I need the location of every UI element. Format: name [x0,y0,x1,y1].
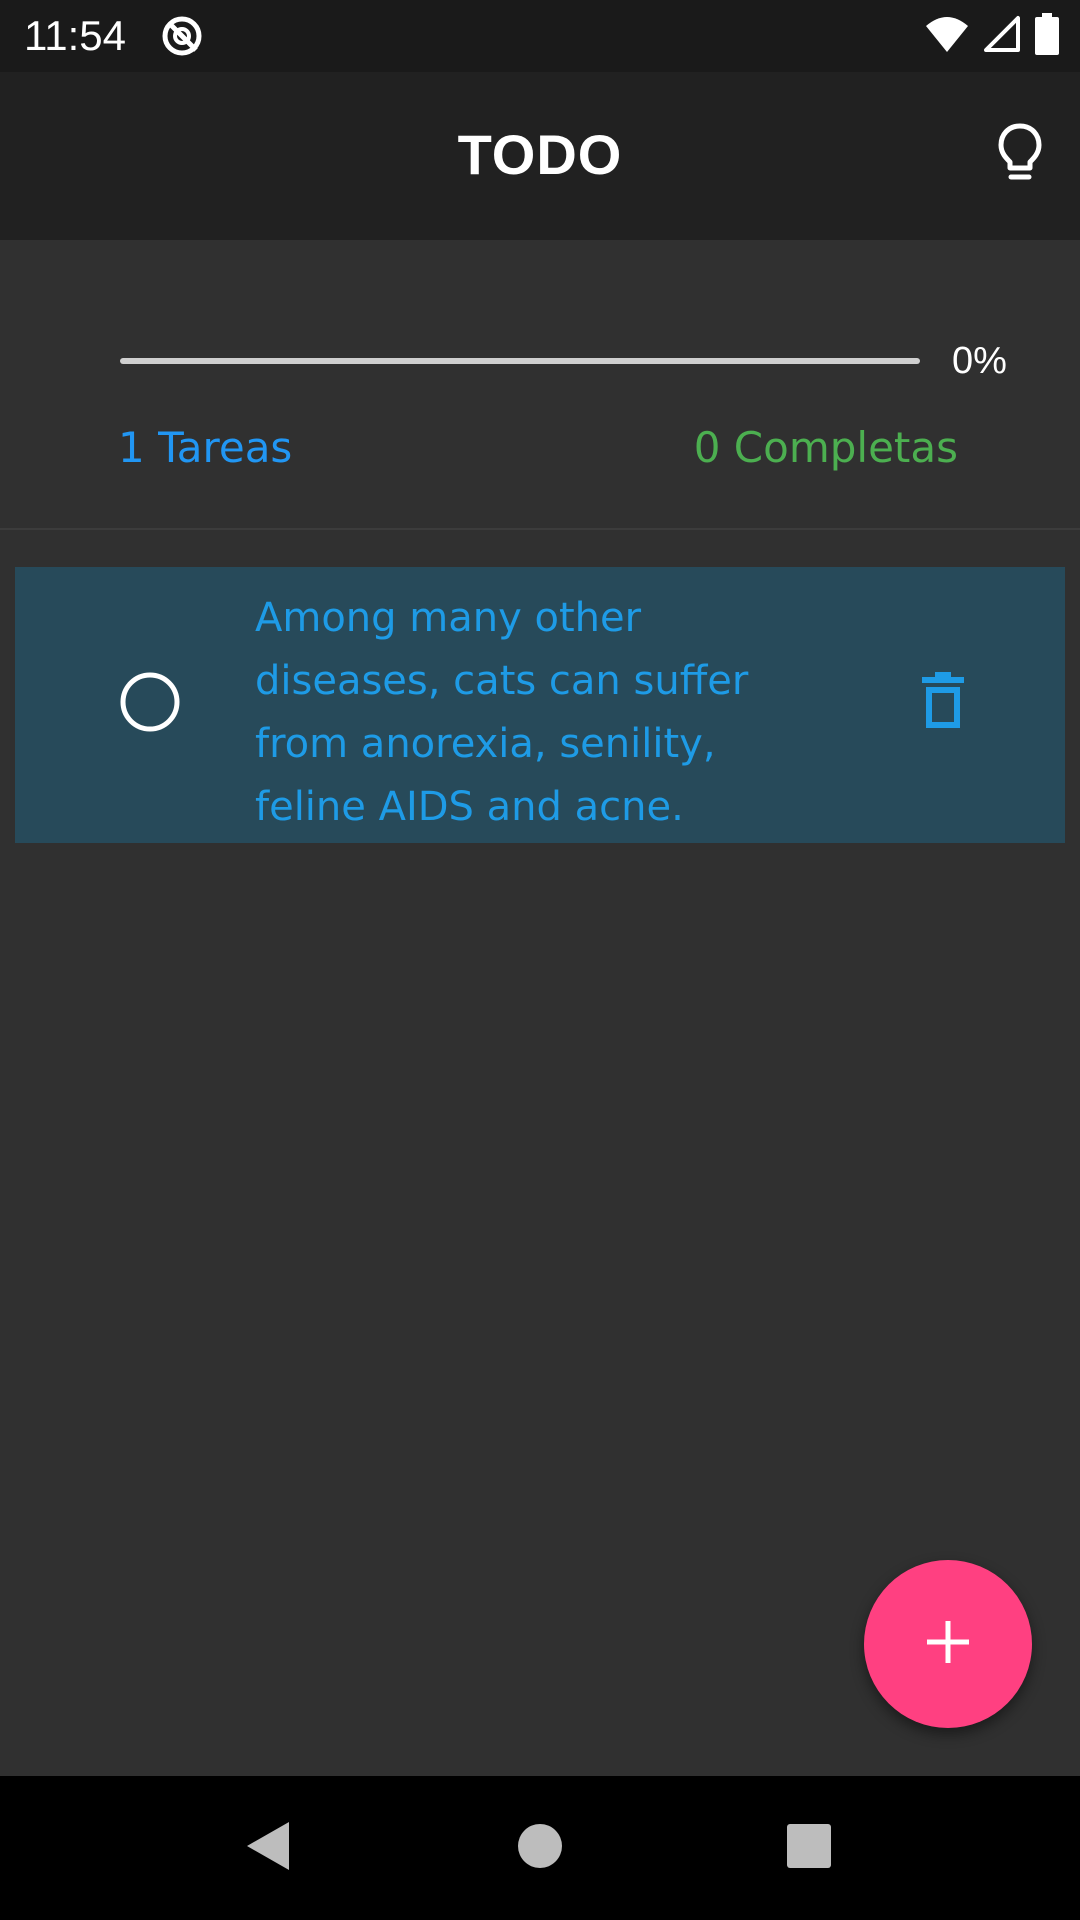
delete-task-button[interactable] [895,655,991,751]
app-bar: TODO [0,72,1080,240]
status-icons [924,13,1060,59]
circle-outline-icon [119,671,181,737]
home-icon [517,1823,563,1873]
lightbulb-icon [996,122,1044,190]
battery-icon [1034,13,1060,59]
progress-percent: 0% [952,340,1007,382]
page-title: TODO [457,123,623,186]
theme-toggle-button[interactable] [982,118,1058,194]
task-complete-toggle[interactable] [105,659,195,749]
back-icon [243,1820,293,1876]
tasks-count: 1 Tareas [118,423,293,472]
add-task-button[interactable] [864,1560,1032,1728]
nav-home-button[interactable] [504,1812,576,1884]
nav-back-button[interactable] [232,1812,304,1884]
task-item[interactable]: Among many other diseases, cats can suff… [15,567,1065,843]
recents-icon [786,1823,832,1873]
task-text: Among many other diseases, cats can suff… [255,595,749,830]
progress-summary: 0% 1 Tareas 0 Completas [0,240,1080,530]
progress-bar [120,358,920,364]
status-time: 11:54 [24,12,126,59]
trash-icon [920,672,966,734]
cellular-signal-icon [982,14,1022,58]
status-bar: 11:54 [0,0,1080,72]
nav-recents-button[interactable] [773,1812,845,1884]
completed-count: 0 Completas [693,423,958,472]
plus-icon [925,1619,971,1669]
data-saver-icon [160,14,204,58]
system-nav-bar [0,1776,1080,1920]
wifi-icon [924,14,970,58]
